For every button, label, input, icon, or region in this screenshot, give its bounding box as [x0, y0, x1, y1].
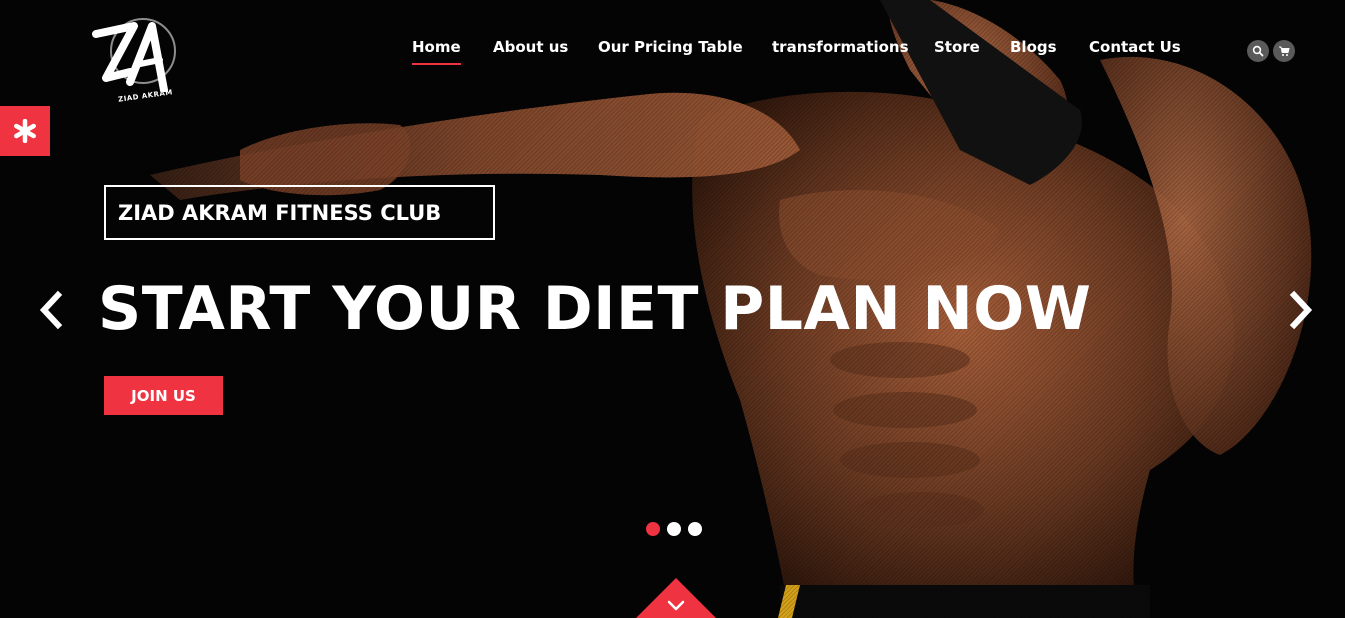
hero-headline: START YOUR DIET PLAN NOW: [98, 274, 1092, 344]
scroll-down-button[interactable]: [636, 578, 716, 618]
cart-icon: [1279, 46, 1290, 56]
club-name: ZIAD AKRAM FITNESS CLUB: [118, 200, 442, 225]
asterisk-icon: [14, 119, 36, 143]
club-name-box: ZIAD AKRAM FITNESS CLUB: [104, 185, 495, 240]
nav-item-transformations[interactable]: transformations: [772, 38, 909, 56]
slider-dot-3[interactable]: [688, 522, 702, 536]
site-logo[interactable]: ZIAD AKRAM: [90, 12, 182, 104]
search-button[interactable]: [1247, 40, 1269, 62]
nav-item-blogs[interactable]: Blogs: [1010, 38, 1057, 56]
nav-item-about-us[interactable]: About us: [493, 38, 568, 56]
slider-prev-button[interactable]: [36, 290, 66, 330]
cart-button[interactable]: [1273, 40, 1295, 62]
slider-pagination: [646, 522, 706, 536]
chevron-left-icon: [39, 290, 63, 330]
logo-mark: [92, 22, 168, 92]
nav-item-home[interactable]: Home: [412, 38, 461, 65]
hero-slider: ZIAD AKRAM Home About us Our Pricing Tab…: [0, 0, 1345, 618]
join-us-button[interactable]: JOIN US: [104, 376, 223, 415]
nav-item-contact-us[interactable]: Contact Us: [1089, 38, 1181, 56]
search-icon: [1252, 45, 1264, 57]
slider-dot-1[interactable]: [646, 522, 660, 536]
side-settings-tab[interactable]: [0, 106, 50, 156]
slider-dot-2[interactable]: [667, 522, 681, 536]
slider-next-button[interactable]: [1286, 290, 1316, 330]
nav-item-store[interactable]: Store: [934, 38, 980, 56]
nav-item-pricing-table[interactable]: Our Pricing Table: [598, 38, 743, 56]
scroll-down-shape: [636, 578, 716, 618]
chevron-right-icon: [1289, 290, 1313, 330]
